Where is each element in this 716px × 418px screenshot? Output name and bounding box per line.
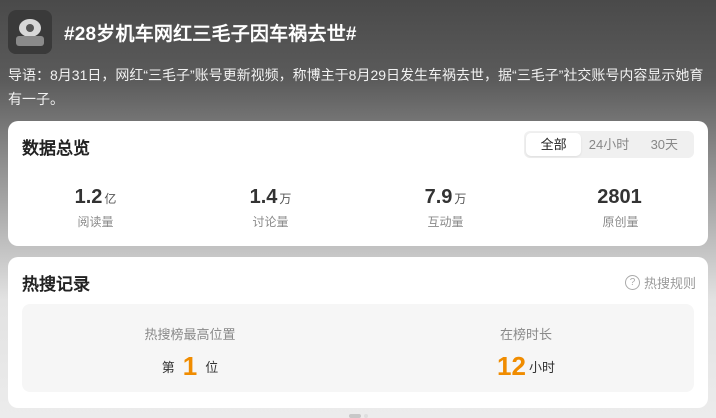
stat-originals: 2801 原创量 [533, 185, 708, 230]
stat-reads-value: 1.2 [74, 186, 103, 208]
topic-header: #28岁机车网红三毛子因车祸去世# [8, 10, 708, 54]
hot-search-card: 热搜记录 ? 热搜规则 热搜榜最高位置 第1位 在榜时长 12 小时 [8, 257, 708, 418]
rank-suffix: 位 [205, 360, 219, 375]
duration-value: 12 [497, 351, 526, 381]
topic-avatar[interactable] [8, 10, 52, 54]
stat-interactions-label: 互动量 [427, 215, 464, 229]
overview-stats: 1.2 亿 阅读量 1.4 万 讨论量 7.9 万 互动量 2801 原创量 [8, 185, 708, 230]
overview-title: 数据总览 [22, 139, 90, 158]
topic-lead: 导语：8月31日，网红“三毛子”账号更新视频，称博主于8月29日发生车祸去世，据… [8, 67, 704, 107]
hot-search-title: 热搜记录 [22, 275, 90, 294]
stat-reads-label: 阅读量 [77, 215, 114, 229]
stat-interactions: 7.9 万 互动量 [358, 185, 533, 230]
pager-dot-active[interactable] [348, 414, 361, 418]
stat-interactions-value: 7.9 [424, 186, 453, 208]
duration-unit: 小时 [528, 360, 555, 375]
highest-rank: 热搜榜最高位置 第1位 [22, 304, 358, 392]
stat-interactions-unit: 万 [454, 192, 467, 206]
pager-dots [8, 414, 708, 418]
time-range-tabs: 全部 24小时 30天 [524, 131, 694, 158]
rank-value: 1 [182, 351, 198, 381]
topic-avatar-icon [8, 10, 52, 54]
stat-originals-label: 原创量 [602, 215, 639, 229]
stat-discussions: 1.4 万 讨论量 [183, 185, 358, 230]
stat-discussions-unit: 万 [279, 192, 292, 206]
stat-reads-unit: 亿 [104, 192, 117, 206]
topic-title: #28岁机车网红三毛子因车祸去世# [64, 23, 357, 45]
highest-rank-label: 热搜榜最高位置 [144, 327, 236, 342]
hot-search-rules-link[interactable]: ? 热搜规则 [624, 273, 696, 292]
duration-on-list: 在榜时长 12 小时 [358, 304, 694, 392]
hot-search-summary: 热搜榜最高位置 第1位 在榜时长 12 小时 [22, 304, 694, 392]
pager-dot[interactable] [363, 414, 368, 418]
stat-originals-value: 2801 [597, 186, 642, 208]
question-circle-icon: ? [624, 275, 640, 290]
stat-discussions-label: 讨论量 [252, 215, 289, 229]
hot-search-rules-label: 热搜规则 [643, 276, 696, 291]
rank-prefix: 第 [161, 360, 175, 375]
stat-reads: 1.2 亿 阅读量 [8, 185, 183, 230]
tab-30d[interactable]: 30天 [637, 133, 692, 156]
tab-all[interactable]: 全部 [526, 133, 582, 156]
overview-card: 数据总览 全部 24小时 30天 1.2 亿 阅读量 1.4 万 讨论量 7.9 万 … [8, 121, 708, 246]
stat-discussions-value: 1.4 [249, 186, 278, 208]
tab-24h[interactable]: 24小时 [581, 133, 636, 156]
duration-label: 在榜时长 [499, 327, 552, 342]
topic-page: #28岁机车网红三毛子因车祸去世# 导语：8月31日，网红“三毛子”账号更新视频… [0, 0, 716, 418]
